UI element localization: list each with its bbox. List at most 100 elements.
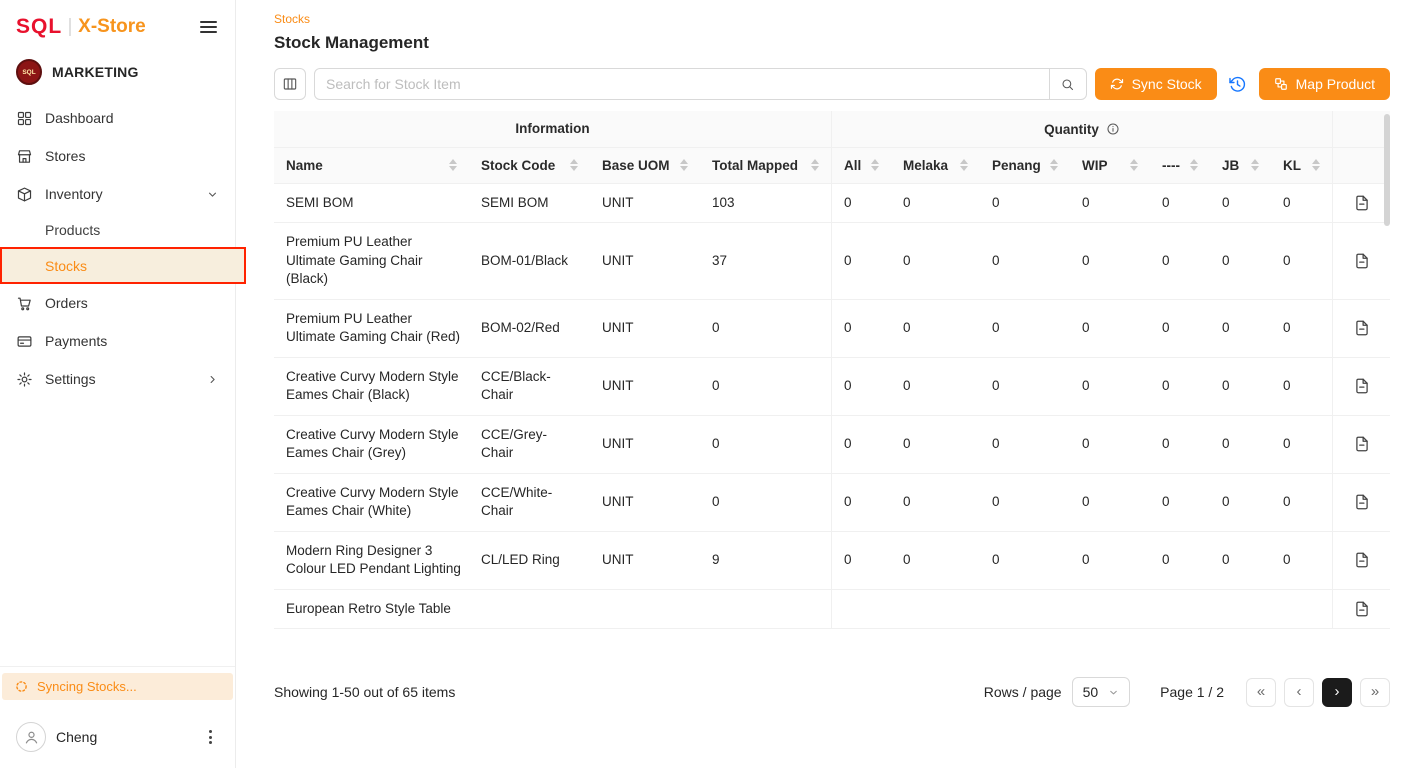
items-count: Showing 1-50 out of 65 items xyxy=(274,684,455,700)
stock-code xyxy=(469,590,590,630)
column-header-wip[interactable]: WIP xyxy=(1070,148,1150,184)
sync-stock-button[interactable]: Sync Stock xyxy=(1095,68,1217,100)
quantity-value: 0 xyxy=(980,223,1070,300)
sync-icon xyxy=(1110,77,1124,91)
sidebar-item-settings[interactable]: Settings xyxy=(0,360,235,398)
sidebar-item-payments[interactable]: Payments xyxy=(0,322,235,360)
column-label: Melaka xyxy=(903,158,948,173)
column-header-penang[interactable]: Penang xyxy=(980,148,1070,184)
total-mapped: 0 xyxy=(700,474,831,532)
last-page-button[interactable]: » xyxy=(1360,678,1390,707)
menu-toggle-button[interactable] xyxy=(198,17,219,37)
quantity-value: 0 xyxy=(831,358,891,416)
column-header-all[interactable]: All xyxy=(831,148,891,184)
scrollbar-thumb[interactable] xyxy=(1384,114,1390,226)
column-header-total-mapped[interactable]: Total Mapped xyxy=(700,148,831,184)
stock-document-icon[interactable] xyxy=(1353,194,1371,212)
column-header-stock-code[interactable]: Stock Code xyxy=(469,148,590,184)
column-label: WIP xyxy=(1082,158,1108,173)
quantity-value: 0 xyxy=(1150,532,1210,590)
sort-icon xyxy=(1251,159,1259,171)
sidebar-item-inventory[interactable]: Inventory xyxy=(0,175,235,213)
stock-name: Creative Curvy Modern Style Eames Chair … xyxy=(274,358,469,416)
org-selector[interactable]: SQL MARKETING xyxy=(0,47,235,97)
stock-row: Creative Curvy Modern Style Eames Chair … xyxy=(274,416,1390,474)
sync-history-icon[interactable] xyxy=(1225,68,1251,100)
stock-document-icon[interactable] xyxy=(1353,319,1371,337)
breadcrumb[interactable]: Stocks xyxy=(274,12,310,26)
rows-per-page-value: 50 xyxy=(1083,684,1099,700)
quantity-group-label: Quantity xyxy=(1044,122,1099,137)
total-mapped: 37 xyxy=(700,223,831,300)
stock-table: Information Quantity NameStock CodeBase … xyxy=(274,111,1390,662)
row-action-cell[interactable] xyxy=(1332,223,1390,300)
column-header-base-uom[interactable]: Base UOM xyxy=(590,148,700,184)
nav-label: Payments xyxy=(45,333,219,349)
sidebar-item-stocks[interactable]: Stocks xyxy=(0,247,246,284)
user-menu[interactable]: Cheng xyxy=(0,708,235,768)
table-scrollbar[interactable] xyxy=(1384,111,1390,662)
search-input[interactable] xyxy=(314,68,1050,100)
first-page-button[interactable]: « xyxy=(1246,678,1276,707)
column-header-jb[interactable]: JB xyxy=(1210,148,1271,184)
quantity-value: 0 xyxy=(1210,300,1271,358)
kebab-menu-icon[interactable] xyxy=(202,725,219,749)
prev-page-button[interactable]: ‹ xyxy=(1284,678,1314,707)
quantity-value: 0 xyxy=(891,358,980,416)
row-action-cell[interactable] xyxy=(1332,300,1390,358)
quantity-value: 0 xyxy=(1070,223,1150,300)
sidebar-item-dashboard[interactable]: Dashboard xyxy=(0,99,235,137)
quantity-value xyxy=(980,590,1070,630)
rows-per-page-select[interactable]: 50 xyxy=(1072,677,1131,707)
next-page-button[interactable]: › xyxy=(1322,678,1352,707)
total-mapped: 9 xyxy=(700,532,831,590)
row-action-cell[interactable] xyxy=(1332,358,1390,416)
logo-brand-text: X-Store xyxy=(78,16,146,38)
stock-code: CCE/Grey-Chair xyxy=(469,416,590,474)
stock-name: SEMI BOM xyxy=(274,184,469,224)
map-product-button[interactable]: Map Product xyxy=(1259,68,1390,100)
sidebar-nav: Dashboard Stores Inventory Products Stoc… xyxy=(0,97,235,400)
stock-search xyxy=(314,68,1087,100)
row-action-cell[interactable] xyxy=(1332,184,1390,224)
row-action-cell[interactable] xyxy=(1332,590,1390,630)
column-settings-button[interactable] xyxy=(274,68,306,100)
stock-row: Modern Ring Designer 3 Colour LED Pendan… xyxy=(274,532,1390,590)
stock-document-icon[interactable] xyxy=(1353,551,1371,569)
column-header-unnamed[interactable]: ---- xyxy=(1150,148,1210,184)
chevron-down-icon xyxy=(206,188,219,201)
sidebar-item-stores[interactable]: Stores xyxy=(0,137,235,175)
stock-document-icon[interactable] xyxy=(1353,377,1371,395)
stock-document-icon[interactable] xyxy=(1353,252,1371,270)
stock-document-icon[interactable] xyxy=(1353,435,1371,453)
row-action-cell[interactable] xyxy=(1332,474,1390,532)
quantity-value: 0 xyxy=(1210,223,1271,300)
stock-document-icon[interactable] xyxy=(1353,600,1371,618)
search-button[interactable] xyxy=(1049,68,1087,100)
info-icon[interactable] xyxy=(1106,122,1120,136)
column-label: Base UOM xyxy=(602,158,670,173)
sidebar-item-orders[interactable]: Orders xyxy=(0,284,235,322)
row-action-cell[interactable] xyxy=(1332,532,1390,590)
quantity-value: 0 xyxy=(1150,223,1210,300)
search-icon xyxy=(1060,77,1075,92)
column-header-name[interactable]: Name xyxy=(274,148,469,184)
sort-icon xyxy=(811,159,819,171)
column-header-kl[interactable]: KL xyxy=(1271,148,1332,184)
quantity-value xyxy=(1070,590,1150,630)
quantity-value: 0 xyxy=(891,416,980,474)
user-name: Cheng xyxy=(56,729,192,745)
sidebar-item-products[interactable]: Products xyxy=(0,213,235,247)
quantity-value: 0 xyxy=(1210,532,1271,590)
main-content: Stocks Stock Management Sync Stock Map P… xyxy=(236,0,1428,768)
stock-document-icon[interactable] xyxy=(1353,493,1371,511)
quantity-value: 0 xyxy=(1070,358,1150,416)
page-indicator: Page 1 / 2 xyxy=(1160,684,1224,700)
column-header-melaka[interactable]: Melaka xyxy=(891,148,980,184)
quantity-value: 0 xyxy=(891,300,980,358)
row-action-cell[interactable] xyxy=(1332,416,1390,474)
quantity-value: 0 xyxy=(891,532,980,590)
quantity-value: 0 xyxy=(1210,416,1271,474)
group-header-quantity: Quantity xyxy=(831,111,1332,148)
group-header-actions xyxy=(1332,111,1390,148)
